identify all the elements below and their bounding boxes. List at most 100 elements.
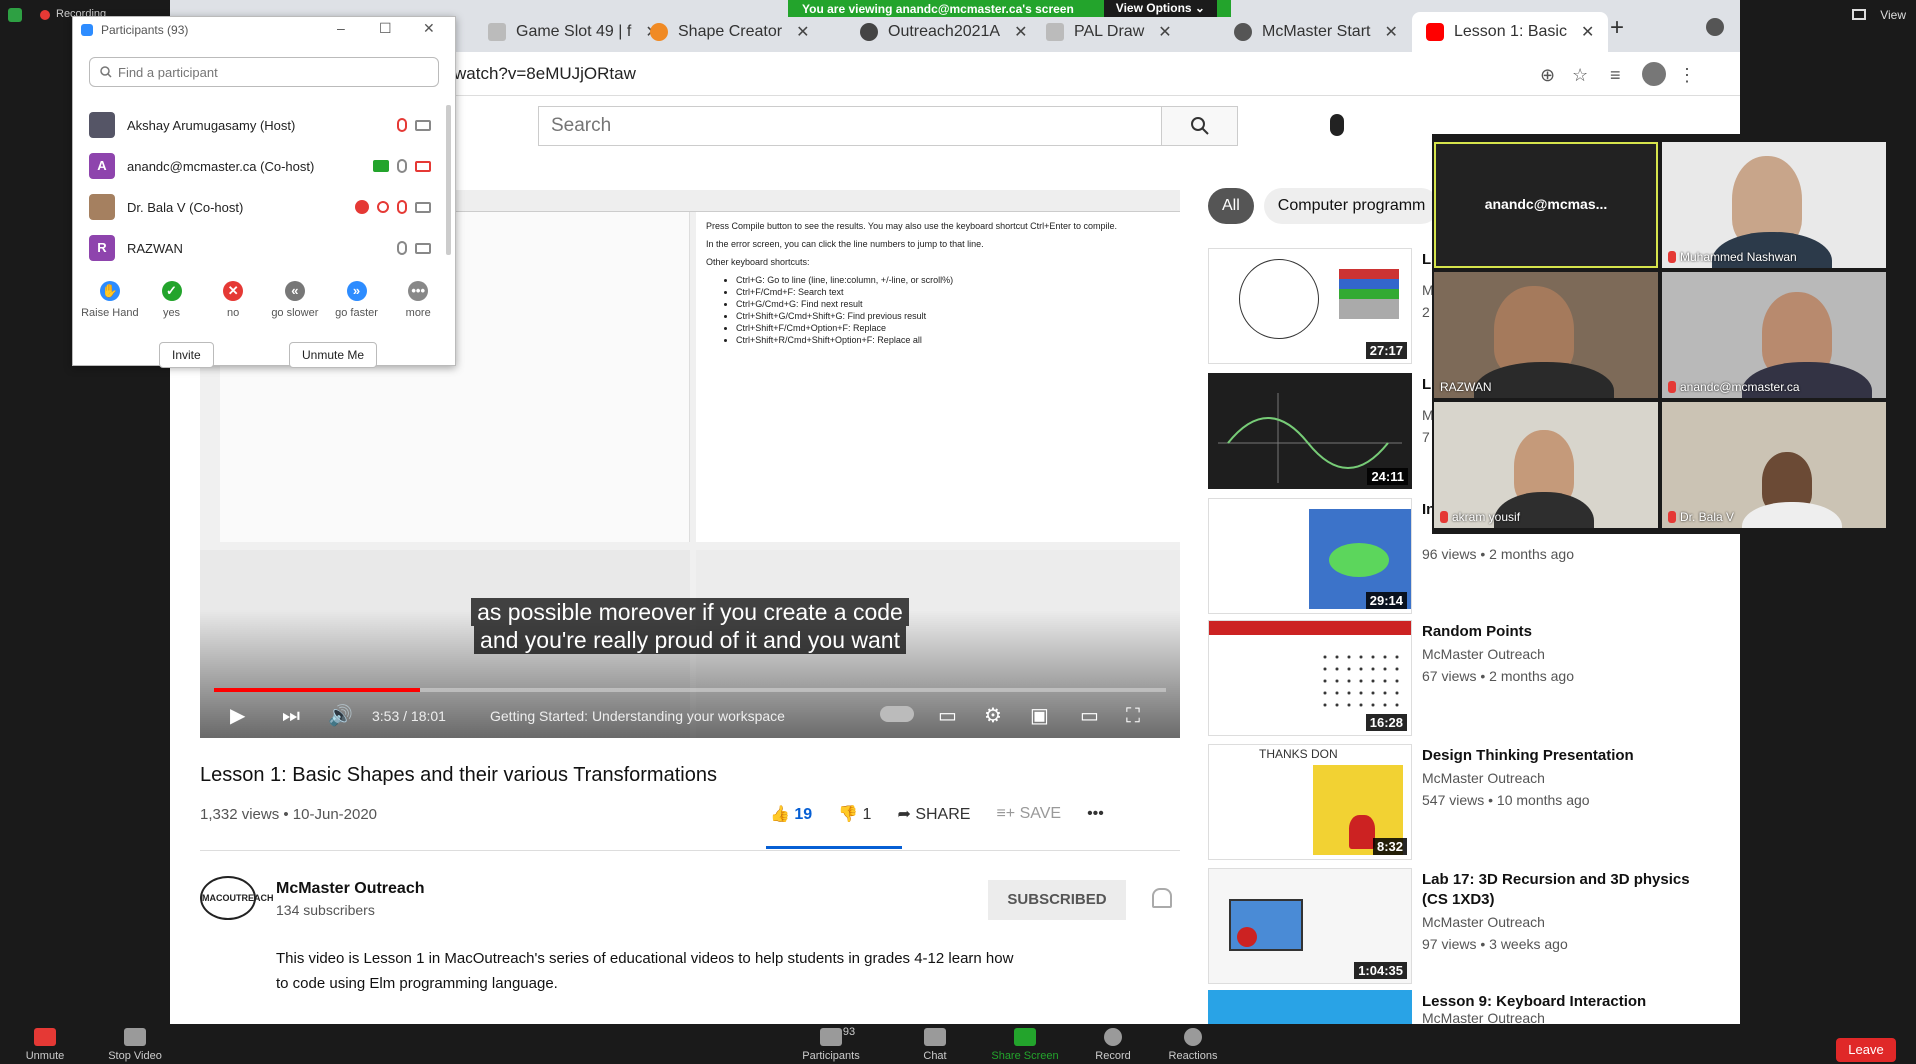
fullscreen-icon[interactable]: ⛶ [1126, 704, 1140, 728]
maximize-icon[interactable]: ☐ [379, 20, 392, 37]
recommendation-item[interactable]: Lesson 9: Keyboard Interaction McMaster … [1208, 990, 1718, 1024]
profile-avatar[interactable] [1642, 62, 1666, 86]
minimize-icon[interactable]: – [337, 20, 345, 36]
chip-all[interactable]: All [1208, 188, 1254, 224]
recommendation-title[interactable]: Random Points [1422, 622, 1712, 642]
view-icon[interactable] [1852, 9, 1866, 20]
more-actions-icon[interactable]: ••• [1087, 805, 1104, 823]
recommendation-title[interactable]: Lab 17: 3D Recursion and 3D physics (CS … [1422, 870, 1712, 910]
notification-bell-icon[interactable] [1152, 888, 1172, 908]
tab-pal-draw[interactable]: PAL Draw ✕ [1046, 12, 1172, 52]
chip-computer-programming[interactable]: Computer programm [1263, 188, 1440, 224]
video-tile[interactable]: Muhammed Nashwan [1662, 142, 1886, 268]
install-icon[interactable]: ⊕ [1540, 66, 1558, 84]
participant-row[interactable]: A anandc@mcmaster.ca (Co-host) [89, 151, 439, 181]
video-thumbnail[interactable]: 29:14 [1208, 498, 1412, 614]
bookmark-star-icon[interactable]: ☆ [1572, 66, 1590, 84]
voice-search-icon[interactable] [1330, 114, 1344, 136]
view-button[interactable]: View [1880, 8, 1906, 22]
invite-button[interactable]: Invite [159, 342, 214, 368]
video-thumbnail[interactable]: 27:17 [1208, 248, 1412, 364]
participant-row[interactable]: R RAZWAN [89, 233, 439, 263]
close-tab-icon[interactable]: ✕ [1014, 22, 1027, 42]
save-button[interactable]: ≡+ SAVE [996, 805, 1061, 823]
video-thumbnail[interactable]: 16:28 [1208, 620, 1412, 736]
share-screen-button[interactable]: Share Screen [980, 1028, 1070, 1062]
close-tab-icon[interactable]: ✕ [1384, 22, 1397, 42]
unmute-button[interactable]: Unmute [0, 1028, 90, 1062]
video-thumbnail[interactable]: 1:04:35 [1208, 868, 1412, 984]
browser-menu-icon[interactable]: ⋮ [1678, 66, 1696, 84]
search-button[interactable] [1161, 107, 1237, 145]
recommendation-channel[interactable]: McMaster Outreach [1422, 1010, 1545, 1024]
recommendation-item[interactable]: THANKS DON 8:32 Design Thinking Presenta… [1208, 744, 1718, 860]
tab-lesson-1[interactable]: Lesson 1: Basic ✕ [1412, 12, 1609, 52]
video-tile[interactable]: Dr. Bala V [1662, 402, 1886, 528]
share-button[interactable]: ➦ SHARE [897, 804, 970, 824]
tab-mcmaster-start[interactable]: McMaster Start ✕ [1234, 12, 1398, 52]
close-tab-icon[interactable]: ✕ [796, 22, 809, 42]
reactions-button[interactable]: Reactions [1148, 1028, 1238, 1062]
channel-name[interactable]: McMaster Outreach [276, 880, 425, 898]
dislike-button[interactable]: 👎 1 [838, 804, 871, 824]
close-tab-icon[interactable]: ✕ [1158, 22, 1171, 42]
recommendation-item[interactable]: 16:28 Random Points McMaster Outreach 67… [1208, 620, 1718, 736]
recommendation-item[interactable]: 1:04:35 Lab 17: 3D Recursion and 3D phys… [1208, 868, 1718, 984]
recommendation-channel[interactable]: McMaster Outreach [1422, 646, 1545, 662]
video-tile[interactable]: RAZWAN [1434, 272, 1658, 398]
more-reactions-button[interactable]: ••• more [387, 281, 449, 319]
participant-row[interactable]: Akshay Arumugasamy (Host) [89, 110, 439, 140]
captions-icon[interactable]: ▭ [938, 704, 957, 728]
like-button[interactable]: 👍 19 [770, 804, 812, 824]
close-tab-icon[interactable]: ✕ [1581, 22, 1594, 42]
no-button[interactable]: ✕ no [202, 281, 264, 319]
tab-outreach[interactable]: Outreach2021A ✕ [860, 12, 1027, 52]
play-icon[interactable]: ▶ [230, 704, 245, 728]
video-tile[interactable]: akram yousif [1434, 402, 1658, 528]
go-faster-button[interactable]: » go faster [326, 281, 388, 319]
subscribed-button[interactable]: SUBSCRIBED [988, 880, 1126, 920]
progress-bar[interactable] [214, 688, 1166, 692]
recommendation-title[interactable]: Design Thinking Presentation [1422, 746, 1712, 766]
recommendation-title[interactable]: Lesson 9: Keyboard Interaction [1422, 992, 1712, 1012]
security-shield-icon[interactable] [8, 8, 22, 22]
miniplayer-icon[interactable]: ▣ [1030, 704, 1049, 728]
settings-gear-icon[interactable]: ⚙ [984, 704, 1002, 728]
recommendation-channel[interactable]: McMaster Outreach [1422, 770, 1545, 786]
unmute-me-button[interactable]: Unmute Me [289, 342, 378, 368]
video-thumbnail[interactable]: 24:11 [1208, 373, 1412, 489]
autoplay-toggle[interactable] [880, 706, 914, 722]
media-control-icon[interactable]: ≡ [1610, 66, 1628, 84]
stop-video-button[interactable]: Stop Video [90, 1028, 180, 1062]
leave-button[interactable]: Leave [1836, 1038, 1896, 1062]
volume-icon[interactable]: 🔊 [328, 704, 353, 728]
search-input[interactable] [539, 107, 1161, 145]
video-thumbnail[interactable] [1208, 990, 1412, 1024]
participant-row[interactable]: Dr. Bala V (Co-host) [89, 192, 439, 222]
tile-label: akram yousif [1440, 510, 1520, 524]
address-bar[interactable]: watch?v=8eMUJjORtaw [454, 58, 636, 90]
participants-scrollbar[interactable] [446, 105, 451, 255]
tab-shape-creator[interactable]: Shape Creator ✕ [650, 12, 809, 52]
next-icon[interactable]: ⏭ [282, 704, 300, 728]
tab-search-icon[interactable] [1706, 18, 1724, 36]
recommendation-channel[interactable]: McMaster Outreach [1422, 914, 1545, 930]
view-options-button[interactable]: View Options ⌄ [1103, 0, 1217, 17]
video-thumbnail[interactable]: THANKS DON 8:32 [1208, 744, 1412, 860]
channel-avatar[interactable]: MACOUTREACH [200, 876, 274, 920]
record-button[interactable]: Record [1068, 1028, 1158, 1062]
video-tile[interactable]: anandc@mcmas... [1434, 142, 1658, 268]
theater-mode-icon[interactable]: ▭ [1080, 704, 1099, 728]
thumbnail-shape [1329, 543, 1389, 577]
chat-button[interactable]: Chat [890, 1028, 980, 1062]
video-tile[interactable]: anandc@mcmaster.ca [1662, 272, 1886, 398]
raise-hand-button[interactable]: ✋ Raise Hand [79, 281, 141, 319]
close-icon[interactable]: ✕ [423, 20, 435, 37]
tab-game-slot[interactable]: Game Slot 49 | f ✕ [488, 12, 659, 52]
video-actions: 👍 19 👎 1 ➦ SHARE ≡+ SAVE ••• [770, 804, 1104, 824]
chapter-title[interactable]: Getting Started: Understanding your work… [490, 708, 785, 724]
new-tab-icon[interactable]: + [1610, 14, 1624, 42]
go-slower-button[interactable]: « go slower [264, 281, 326, 319]
yes-button[interactable]: ✓ yes [141, 281, 203, 319]
participant-search-input[interactable] [118, 64, 418, 80]
